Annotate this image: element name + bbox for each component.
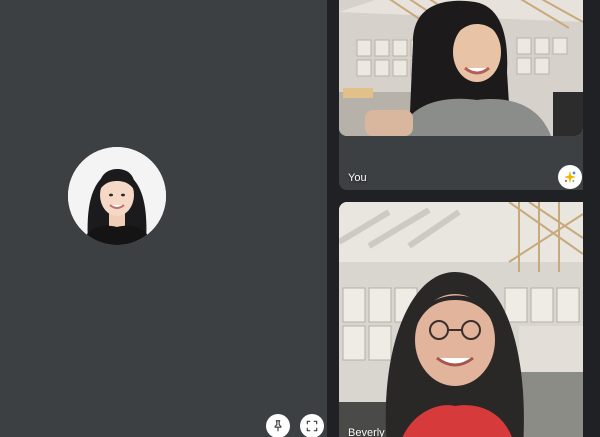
self-view-tile[interactable]: You	[339, 0, 600, 190]
right-edge-strip	[583, 0, 600, 437]
participant-avatar	[68, 147, 166, 245]
pin-button[interactable]	[266, 414, 290, 437]
tile-divider	[327, 0, 339, 437]
fullscreen-icon	[306, 420, 318, 432]
participant-tile-beverly[interactable]: Beverly	[339, 202, 600, 437]
beverly-camera-feed	[339, 202, 583, 437]
sparkle-effects-icon	[564, 171, 576, 183]
beverly-name-label: Beverly	[348, 427, 385, 437]
self-camera-feed	[339, 0, 583, 136]
self-name-label: You	[348, 172, 367, 184]
pin-icon	[274, 420, 282, 432]
visual-effects-button[interactable]	[558, 165, 582, 189]
main-participant-tile[interactable]	[0, 0, 327, 437]
fullscreen-button[interactable]	[300, 414, 324, 437]
